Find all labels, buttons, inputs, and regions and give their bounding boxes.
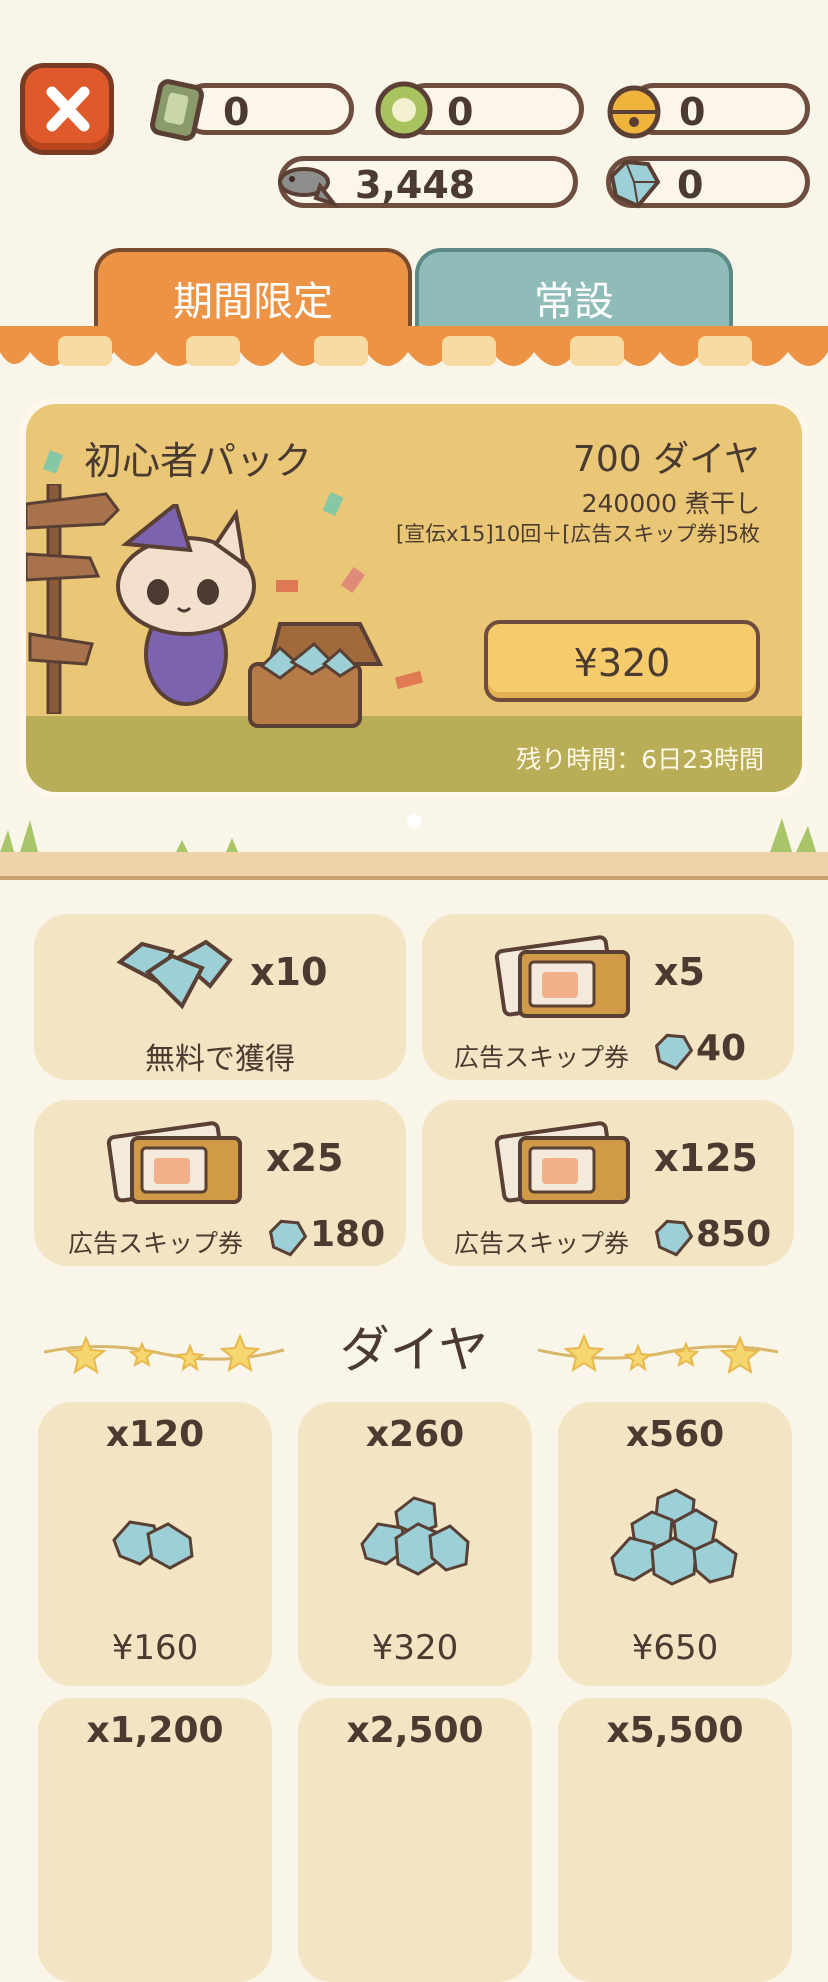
diamonds-icon [116,939,233,1010]
coin-icon [375,81,433,139]
diamond-pack-qty: x120 [105,1414,205,1455]
ticket-icon [150,79,204,141]
ad-skip-ticket-icon [494,1121,630,1204]
tab-limited-label: 期間限定 [173,279,333,325]
ad-skip-x125-qty: x125 [654,1136,758,1180]
ticket-count: 0 [223,90,250,134]
diamond-pack-price: ¥160 [111,1628,199,1668]
diamond-section-title: ダイヤ [339,1321,489,1379]
diamond-pile-icon [360,1496,470,1576]
diamond-cost-icon [654,1033,694,1071]
bell-count: 0 [679,90,706,134]
ad-skip-x25-label: 広告スキップ券 [68,1229,244,1258]
buy-pack-price: ¥320 [573,641,671,685]
diamond-pack-price: ¥650 [631,1628,719,1668]
buy-pack-button[interactable]: ¥320 [484,620,760,702]
ad-skip-x5-qty: x5 [654,950,705,994]
diamond-cost-icon [654,1219,694,1257]
diamond-pack-qty: x560 [625,1414,725,1455]
diamond-pack-qty: x5,500 [606,1710,744,1751]
free-diamond-qty: x10 [250,950,328,994]
close-icon [46,86,90,132]
ad-skip-ticket-icon [106,1121,242,1204]
ad-skip-x25-cost: 180 [310,1214,386,1255]
diamond-count: 0 [677,163,704,207]
awning [0,326,828,366]
tab-limited[interactable]: 期間限定 [94,248,412,338]
tab-permanent-label: 常設 [534,279,614,325]
pack-title: 初心者パック [84,439,313,483]
pack-diamonds: 700 ダイヤ [572,439,760,480]
ad-skip-x5-label: 広告スキップ券 [454,1043,630,1072]
fish-count: 3,448 [355,163,476,207]
diamond-icon [609,159,661,209]
fish-icon [278,167,338,208]
close-button[interactable] [20,63,114,155]
tab-permanent[interactable]: 常設 [415,248,733,338]
bell-icon [607,85,661,139]
free-diamond-label: 無料で獲得 [145,1042,295,1077]
ad-skip-x5-cost: 40 [696,1028,747,1069]
diamond-pack-qty: x260 [365,1414,465,1455]
coin-count: 0 [447,90,474,134]
diamond-pile-icon [112,1520,194,1570]
ad-skip-x125-label: 広告スキップ券 [454,1229,630,1258]
page-indicator-dot[interactable] [407,814,421,828]
diamond-pack-qty: x1,200 [86,1710,224,1751]
diamond-cost-icon [268,1219,308,1257]
ad-skip-ticket-icon [494,935,630,1018]
remaining-time: 残り時間：6日23時間 [516,745,764,774]
diamond-pack-price: ¥320 [371,1628,459,1668]
pack-extras: [宣伝x15]10回＋[広告スキップ券]5枚 [395,522,760,546]
diamond-pile-icon [610,1488,738,1586]
pack-dried-fish: 240000 煮干し [581,489,760,518]
diamond-pack-qty: x2,500 [346,1710,484,1751]
ad-skip-x25-qty: x25 [266,1136,344,1180]
ad-skip-x125-cost: 850 [696,1214,772,1255]
